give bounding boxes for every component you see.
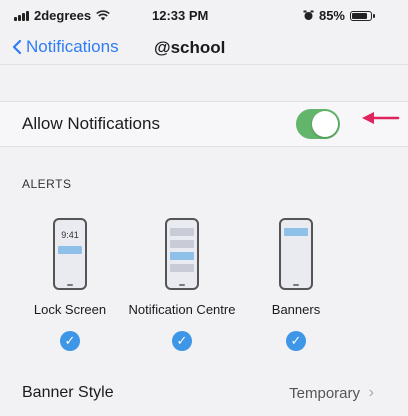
- home-indicator: [67, 284, 73, 286]
- preview-notification: [170, 252, 194, 260]
- alerts-section-header: ALERTS: [22, 177, 72, 191]
- alarm-icon: [303, 10, 314, 20]
- status-left: 2degrees: [14, 8, 110, 23]
- allow-notifications-label: Allow Notifications: [22, 114, 160, 133]
- chevron-left-icon: [12, 39, 22, 55]
- preview-notification: [284, 228, 308, 236]
- page-title: @school: [154, 38, 226, 57]
- wifi-icon: [96, 10, 110, 21]
- alert-option-label: Banners: [271, 302, 321, 317]
- notification-centre-preview: [165, 218, 199, 290]
- divider: [0, 146, 408, 147]
- preview-row: [170, 228, 194, 236]
- banner-style-label: Banner Style: [22, 384, 114, 401]
- preview-row: [170, 264, 194, 272]
- home-indicator: [179, 284, 185, 286]
- signal-icon: [14, 10, 29, 21]
- banner-style-value: Temporary: [289, 385, 360, 402]
- toggle-knob: [312, 111, 338, 137]
- home-indicator: [293, 284, 299, 286]
- checkmark-icon: ✓: [286, 331, 306, 351]
- battery-percent: 85%: [318, 8, 345, 23]
- banners-preview: [279, 218, 313, 290]
- battery-fill: [352, 12, 367, 19]
- allow-notifications-row: Allow Notifications: [0, 102, 408, 146]
- preview-row: [170, 240, 194, 248]
- battery-icon: [350, 10, 375, 21]
- status-right: 85%: [303, 8, 375, 23]
- banner-style-row[interactable]: Banner Style Temporary ›: [0, 372, 408, 416]
- lock-screen-preview: 9:41: [53, 218, 87, 290]
- allow-notifications-toggle[interactable]: [296, 109, 340, 139]
- divider: [0, 64, 408, 65]
- back-label: Notifications: [26, 37, 119, 56]
- arrow-annotation-icon: [362, 112, 400, 124]
- alert-option-banners[interactable]: Banners ✓: [226, 218, 366, 351]
- status-time: 12:33 PM: [152, 8, 209, 23]
- preview-notification: [58, 246, 82, 254]
- carrier-name: 2degrees: [34, 8, 92, 23]
- checkmark-icon: ✓: [60, 331, 80, 351]
- chevron-right-icon: ›: [368, 384, 374, 401]
- back-button[interactable]: Notifications: [12, 37, 119, 57]
- preview-time: 9:41: [61, 230, 79, 240]
- checkmark-icon: ✓: [172, 331, 192, 351]
- nav-bar: Notifications @school: [0, 34, 408, 64]
- status-bar: 2degrees 12:33 PM 85%: [0, 0, 408, 34]
